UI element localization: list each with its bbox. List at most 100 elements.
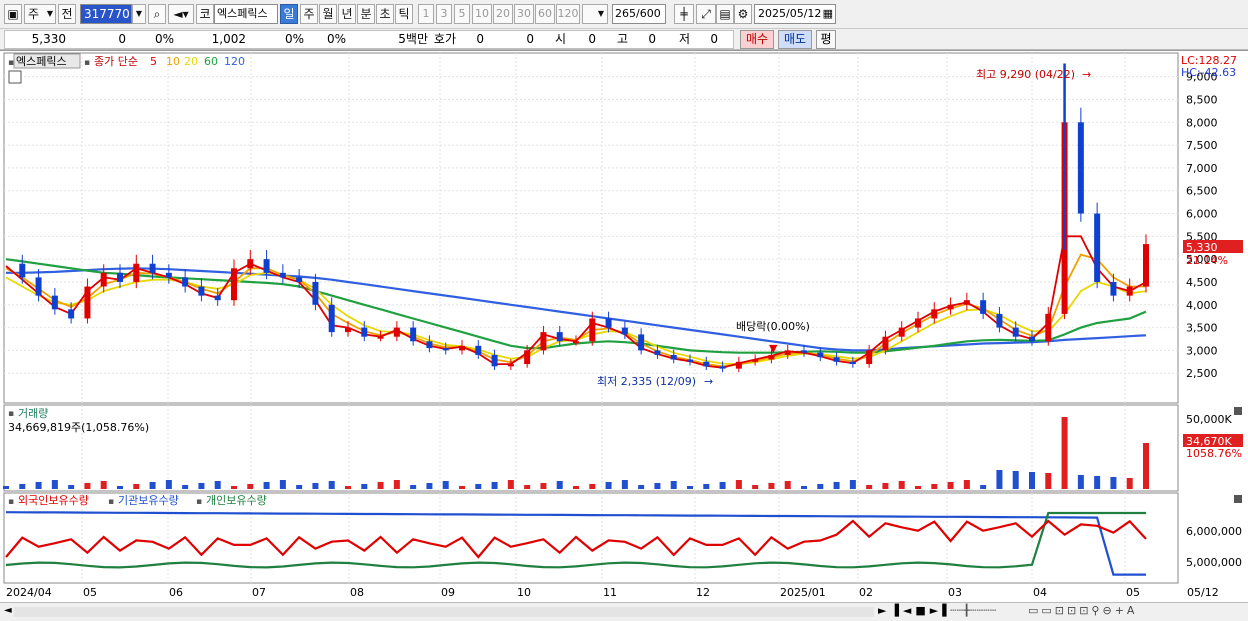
x-label-05-2025: 05 xyxy=(1126,586,1140,599)
ma-legend-5: 5 xyxy=(150,55,157,68)
period-minute-button[interactable]: 분 xyxy=(357,4,375,24)
period-tick-button[interactable]: 틱 xyxy=(395,4,413,24)
chart-scrollbar[interactable]: ◄ ►▐◄■►▌ ┄┄╂┄┄┄┄ ▭▭⊡⊡⊡⚲⊖+A xyxy=(0,602,1248,621)
eval-button[interactable]: 평 xyxy=(816,30,836,49)
candle-body xyxy=(507,364,514,367)
volume-bar xyxy=(703,484,710,489)
candle-type-icon[interactable]: ╪ xyxy=(674,4,694,24)
volume-close-icon[interactable] xyxy=(1234,407,1242,415)
chevron-down-icon: ▼ xyxy=(597,9,604,18)
scroll-track[interactable] xyxy=(14,607,874,617)
stock-code-input[interactable]: 317770 xyxy=(80,4,132,24)
candle-body xyxy=(133,263,140,282)
candle-body xyxy=(1029,336,1035,342)
candle-body xyxy=(963,300,970,305)
save-icon[interactable]: ▤ xyxy=(716,4,734,24)
quote-hoga-label: 호가 xyxy=(433,32,456,46)
candle-body xyxy=(605,318,612,328)
period-second-button[interactable]: 초 xyxy=(376,4,394,24)
gear-icon[interactable]: ⚙ xyxy=(734,4,752,24)
period-day-button[interactable]: 일 xyxy=(280,4,298,24)
volume-bar xyxy=(866,485,873,489)
candle-body xyxy=(1143,244,1149,287)
volume-bar xyxy=(882,483,889,489)
candle-body xyxy=(182,277,189,287)
period-type-select[interactable]: 주 ▼ xyxy=(24,4,56,24)
x-label-2024-04: 2024/04 xyxy=(6,586,52,599)
quote-low-label: 저 xyxy=(678,32,690,46)
volume-bar xyxy=(1077,475,1084,489)
candle-body xyxy=(231,268,237,301)
volume-title: 거래량 xyxy=(18,407,48,420)
view-tool-icons[interactable]: ▭▭⊡⊡⊡⚲⊖+A xyxy=(1028,604,1137,617)
zoom-slider-icon[interactable]: ┄┄╂┄┄┄┄ xyxy=(950,604,996,617)
market-button[interactable]: 코 xyxy=(196,4,214,24)
chart-canvas[interactable]: 2,5003,0003,5004,0004,5005,0005,5006,000… xyxy=(0,51,1248,603)
calendar-icon[interactable]: ▦ xyxy=(823,5,833,23)
minute-option-120[interactable]: 120 xyxy=(556,4,580,24)
volume-bar xyxy=(1126,478,1133,489)
minute-option-3[interactable]: 3 xyxy=(436,4,452,24)
window-icon[interactable]: ▣ xyxy=(4,4,22,24)
holding-panel-frame xyxy=(3,492,1179,584)
volume-bar xyxy=(996,470,1003,489)
minute-option-60[interactable]: 60 xyxy=(535,4,555,24)
interval-dropdown[interactable]: ▼ xyxy=(582,4,608,24)
chart-area[interactable]: 2,500 3,000 3,500 4,000 4,500 5,000 5,500 6,000… xyxy=(0,50,1248,602)
minute-option-1[interactable]: 1 xyxy=(418,4,434,24)
date-input[interactable]: 2025/05/12 ▦ xyxy=(754,4,836,24)
price-axis-ticks: 2,5003,0003,5004,0004,5005,0005,5006,000… xyxy=(1186,71,1218,381)
volume-bar xyxy=(426,483,433,489)
period-year-button[interactable]: 년 xyxy=(338,4,356,24)
stock-name-field[interactable]: 엑스페릭스 xyxy=(214,4,278,24)
holding-close-icon[interactable] xyxy=(1234,495,1242,503)
candle-body xyxy=(442,348,449,351)
volume-bar xyxy=(475,484,482,489)
scroll-left-icon[interactable]: ◄ xyxy=(4,605,12,616)
playback-icons[interactable]: ►▐◄■►▌ xyxy=(878,604,955,617)
volume-bar xyxy=(784,481,791,489)
table-icon[interactable] xyxy=(8,70,22,84)
candle-body xyxy=(51,295,58,310)
ma-legend-60: 60 xyxy=(204,55,218,68)
candle-body xyxy=(703,361,710,367)
count-field[interactable]: 265/600 xyxy=(612,4,666,24)
y-tick-label: 3,500 xyxy=(1186,322,1218,335)
volume-bar xyxy=(589,484,596,489)
candle-body xyxy=(279,272,286,278)
volume-bar xyxy=(491,482,498,489)
code-dropdown-icon[interactable]: ▼ xyxy=(132,4,146,24)
volume-bar xyxy=(540,483,547,489)
volume-bar xyxy=(312,483,319,489)
volume-bar xyxy=(573,486,579,489)
legend-marker-2: ▪ xyxy=(84,58,90,68)
sell-button[interactable]: 매도 xyxy=(778,30,812,49)
candle-body xyxy=(784,350,791,355)
buy-button[interactable]: 매수 xyxy=(740,30,774,49)
candle-body xyxy=(687,359,693,362)
period-week-button[interactable]: 주 xyxy=(300,4,318,24)
candle-body xyxy=(296,277,303,282)
candle-body xyxy=(361,327,368,337)
sound-icon[interactable]: ◄▾ xyxy=(168,4,194,24)
candle-body xyxy=(915,318,921,328)
minute-option-10[interactable]: 10 xyxy=(472,4,492,24)
period-month-button[interactable]: 월 xyxy=(319,4,337,24)
minute-option-5[interactable]: 5 xyxy=(454,4,470,24)
hc-label: HC:-42.63 xyxy=(1181,66,1236,79)
candle-body xyxy=(817,352,824,358)
draw-tool-icon[interactable]: ⤢ xyxy=(696,4,716,24)
volume-bar xyxy=(1110,477,1117,489)
x-label-12: 12 xyxy=(696,586,710,599)
volume-axis-label: 50,000K xyxy=(1186,413,1232,426)
minute-option-30[interactable]: 30 xyxy=(514,4,534,24)
search-icon[interactable]: ⌕ xyxy=(148,4,166,24)
holding-legend-institution: 기관보유수량 xyxy=(118,494,179,507)
minute-option-20[interactable]: 20 xyxy=(493,4,513,24)
holding-legend-marker: ▪ xyxy=(8,497,14,507)
volume-bar xyxy=(556,481,563,489)
volume-bar xyxy=(165,480,172,489)
volume-bar xyxy=(68,485,75,489)
prev-button[interactable]: 전 xyxy=(58,4,76,24)
volume-bar xyxy=(345,486,351,489)
